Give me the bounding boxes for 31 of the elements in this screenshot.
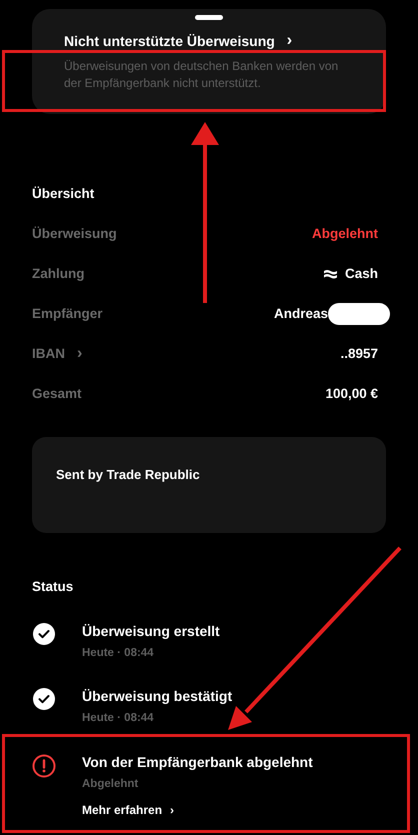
- drag-handle[interactable]: [195, 15, 223, 20]
- row-value: Andreas: [274, 304, 328, 323]
- step-title: Von der Empfängerbank abgelehnt: [82, 752, 313, 772]
- section-heading: Status: [32, 578, 74, 596]
- row-label: Gesamt: [32, 384, 82, 403]
- check-circle-icon: [33, 623, 55, 645]
- step-time: Abgelehnt: [82, 776, 140, 792]
- row-value: 100,00 €: [325, 384, 378, 403]
- learn-more-link[interactable]: Mehr erfahren ›: [82, 800, 313, 819]
- section-heading: Übersicht: [32, 185, 96, 203]
- step-time: Heute · 08:44: [82, 711, 155, 726]
- redaction-mark: [328, 303, 390, 325]
- message-text: Sent by Trade Republic: [56, 467, 200, 482]
- row-value: ..8957: [340, 344, 378, 363]
- row-label: IBAN: [32, 344, 65, 363]
- step-title: Überweisung erstellt: [82, 622, 220, 641]
- row-value: Cash: [344, 264, 378, 283]
- notice-title: Nicht unterstützte Überweisung: [64, 33, 275, 49]
- warning-circle-icon: [32, 754, 56, 778]
- row-label: Empfänger: [32, 304, 103, 323]
- step-title: Überweisung bestätigt: [82, 687, 232, 706]
- check-circle-icon: [33, 688, 55, 710]
- step-time: Heute · 08:44: [82, 646, 155, 661]
- chevron-icon: ›: [286, 33, 292, 49]
- row-label: Zahlung: [32, 264, 84, 283]
- row-label: Überweisung: [32, 224, 117, 243]
- notice-card[interactable]: Nicht unterstützte Überweisung › Überweisungen von deutschen Banken werden von der Empfängerbank nicht unterstützt.: [32, 9, 386, 114]
- chevron-icon[interactable]: ›: [77, 346, 82, 362]
- row-value: Abgelehnt: [312, 224, 378, 243]
- cash-icon: [324, 269, 337, 279]
- notice-description: Überweisungen von deutschen Banken werden von der Empfängerbank nicht unterstützt.: [64, 58, 340, 92]
